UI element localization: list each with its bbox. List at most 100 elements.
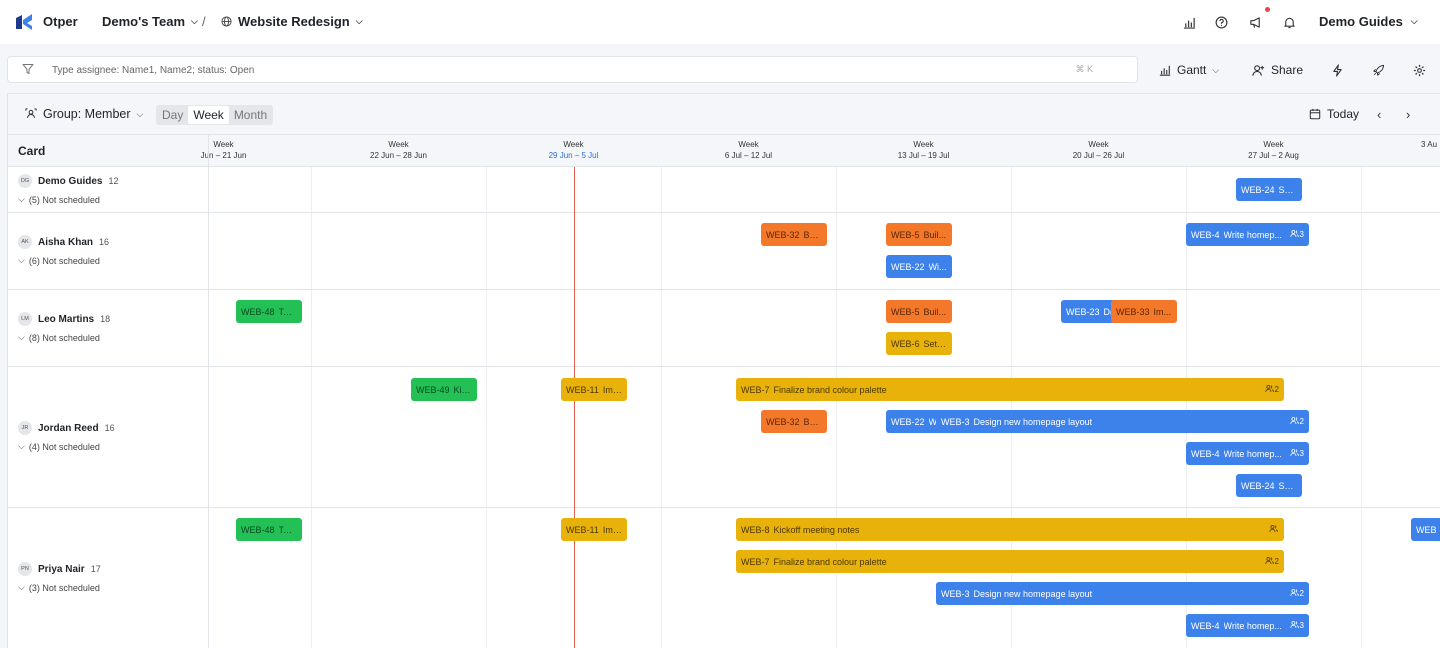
- member-row: LM Leo Martins 18 ⌵ (8) Not scheduled: [18, 312, 110, 343]
- task-bar[interactable]: WEB-11Imp...: [561, 378, 627, 401]
- task-bar[interactable]: WEB-49Kick...: [411, 378, 477, 401]
- avatar: LM: [18, 312, 32, 326]
- member-name[interactable]: Demo Guides: [38, 176, 102, 187]
- megaphone-icon[interactable]: [1246, 13, 1264, 31]
- help-icon[interactable]: [1212, 13, 1230, 31]
- task-bar[interactable]: WEB-48Tec...: [236, 300, 302, 323]
- task-title: Wi...: [928, 261, 947, 272]
- member-name[interactable]: Leo Martins: [38, 314, 94, 325]
- task-id: WEB-22: [891, 416, 925, 427]
- scale-day[interactable]: Day: [157, 106, 188, 124]
- otper-logo-icon[interactable]: [14, 12, 34, 32]
- top-bar: Otper Demo's Team ⌵ / Website Redesign ⌵…: [0, 0, 1440, 44]
- week-header: 3 Au: [1421, 140, 1438, 149]
- chevron-down-icon: ⌵: [191, 16, 198, 26]
- avatar: PN: [18, 562, 32, 576]
- not-scheduled-toggle[interactable]: ⌵ (6) Not scheduled: [18, 255, 109, 266]
- task-title: Buil...: [923, 229, 947, 240]
- calendar-icon: [1309, 108, 1321, 120]
- bar-chart-icon[interactable]: [1180, 13, 1198, 31]
- member-card-count: 16: [104, 423, 115, 433]
- task-id: WEB-48: [241, 306, 275, 317]
- member-name[interactable]: Jordan Reed: [38, 423, 99, 434]
- share-button[interactable]: Share: [1252, 62, 1303, 78]
- view-selector[interactable]: Gantt ⌵: [1159, 62, 1219, 78]
- chevron-down-icon: ⌵: [18, 255, 25, 265]
- not-scheduled-toggle[interactable]: ⌵ (8) Not scheduled: [18, 332, 110, 343]
- task-bar[interactable]: WEB-11Imp...: [561, 518, 627, 541]
- task-bar[interactable]: WEB-7 Finalize brand colour palette 2: [736, 378, 1284, 401]
- scale-month[interactable]: Month: [229, 106, 272, 124]
- power-ups-button[interactable]: [1372, 62, 1385, 78]
- not-scheduled-toggle[interactable]: ⌵ (3) Not scheduled: [18, 582, 101, 593]
- task-id: WEB-49: [416, 384, 450, 395]
- task-title: Imp...: [602, 384, 622, 395]
- week-divider: [486, 167, 487, 648]
- team-selector[interactable]: Demo's Team ⌵: [102, 14, 198, 29]
- user-menu[interactable]: Demo Guides ⌵: [1319, 14, 1418, 29]
- task-title: Write homep...: [1223, 229, 1282, 240]
- task-bar[interactable]: WEB-4 Write homep... 3: [1186, 614, 1309, 637]
- task-bar[interactable]: WEB: [1411, 518, 1440, 541]
- chevron-down-icon: ⌵: [18, 582, 25, 592]
- member-row: DG Demo Guides 12 ⌵ (5) Not scheduled: [18, 174, 118, 205]
- bell-icon[interactable]: [1280, 13, 1298, 31]
- week-header: Week 22 Jun – 28 Jun: [370, 140, 427, 160]
- filter-icon: [22, 64, 34, 74]
- task-bar[interactable]: WEB-33 Im...: [1111, 300, 1177, 323]
- task-bar[interactable]: WEB-5 Buil...: [886, 300, 952, 323]
- task-bar[interactable]: WEB-7 Finalize brand colour palette 2: [736, 550, 1284, 573]
- scale-week[interactable]: Week: [188, 106, 229, 124]
- share-label: Share: [1271, 63, 1304, 77]
- assignees-count: 3: [1286, 448, 1304, 459]
- brand-name[interactable]: Otper: [43, 14, 78, 29]
- task-id: WEB-6: [891, 338, 920, 349]
- settings-button[interactable]: [1413, 62, 1426, 78]
- filter-bar: ⌘ K: [7, 56, 1138, 83]
- task-bar[interactable]: WEB-3 Design new homepage layout 2: [936, 410, 1309, 433]
- not-scheduled-toggle[interactable]: ⌵ (4) Not scheduled: [18, 441, 115, 452]
- week-header: Week 13 Jul – 19 Jul: [897, 140, 950, 160]
- people-icon: [1264, 556, 1274, 567]
- member-name[interactable]: Priya Nair: [38, 564, 85, 575]
- next-week-button[interactable]: ›: [1406, 107, 1410, 122]
- assignees-count: [1265, 524, 1279, 535]
- previous-week-button[interactable]: ‹: [1377, 107, 1381, 122]
- task-bar[interactable]: WEB-24 Sel...: [1236, 178, 1302, 201]
- chevron-down-icon: ⌵: [18, 332, 25, 342]
- assignees-number: 2: [1299, 589, 1304, 598]
- member-card-count: 18: [100, 314, 111, 324]
- task-bar[interactable]: WEB-22 Wi...: [886, 255, 952, 278]
- shortcut-hint: ⌘ K: [1075, 64, 1093, 74]
- task-id: WEB-4: [1191, 448, 1220, 459]
- task-bar[interactable]: WEB-8 Kickoff meeting notes: [736, 518, 1284, 541]
- task-bar[interactable]: WEB-6 Set ...: [886, 332, 952, 355]
- automation-button[interactable]: [1331, 62, 1344, 78]
- task-bar[interactable]: WEB-3 Design new homepage layout 2: [936, 582, 1309, 605]
- week-divider: [1011, 167, 1012, 648]
- chevron-down-icon: ⌵: [1212, 64, 1220, 75]
- task-bar[interactable]: WEB-32 Bui...: [761, 410, 827, 433]
- member-name[interactable]: Aisha Khan: [38, 237, 93, 248]
- assignees-count: 2: [1286, 416, 1304, 427]
- week-header-current: Week 29 Jun – 5 Jul: [548, 140, 599, 160]
- task-bar[interactable]: WEB-32 Bui...: [761, 223, 827, 246]
- today-button[interactable]: Today: [1309, 107, 1359, 121]
- task-id: WEB-24: [1241, 480, 1275, 491]
- filter-input[interactable]: [52, 61, 1052, 79]
- assignees-number: 3: [1299, 230, 1304, 239]
- task-bar[interactable]: WEB-5 Buil...: [886, 223, 952, 246]
- member-row: AK Aisha Khan 16 ⌵ (6) Not scheduled: [18, 235, 109, 266]
- task-bar[interactable]: WEB-48Tec...: [236, 518, 302, 541]
- not-scheduled-toggle[interactable]: ⌵ (5) Not scheduled: [18, 194, 118, 205]
- row-divider: [8, 212, 1440, 213]
- task-bar[interactable]: WEB-4 Write homep... 3: [1186, 442, 1309, 465]
- project-selector[interactable]: Website Redesign ⌵: [221, 14, 363, 29]
- task-title: Finalize brand colour palette: [773, 384, 887, 395]
- project-name: Website Redesign: [238, 14, 350, 29]
- task-id: WEB-7: [741, 384, 770, 395]
- task-bar[interactable]: WEB-24 Sel...: [1236, 474, 1302, 497]
- task-bar[interactable]: WEB-4 Write homep... 3: [1186, 223, 1309, 246]
- group-by-selector[interactable]: Group: Member ⌵: [25, 107, 143, 121]
- gantt-panel: Group: Member ⌵ Day Week Month Today ‹ ›…: [7, 93, 1440, 648]
